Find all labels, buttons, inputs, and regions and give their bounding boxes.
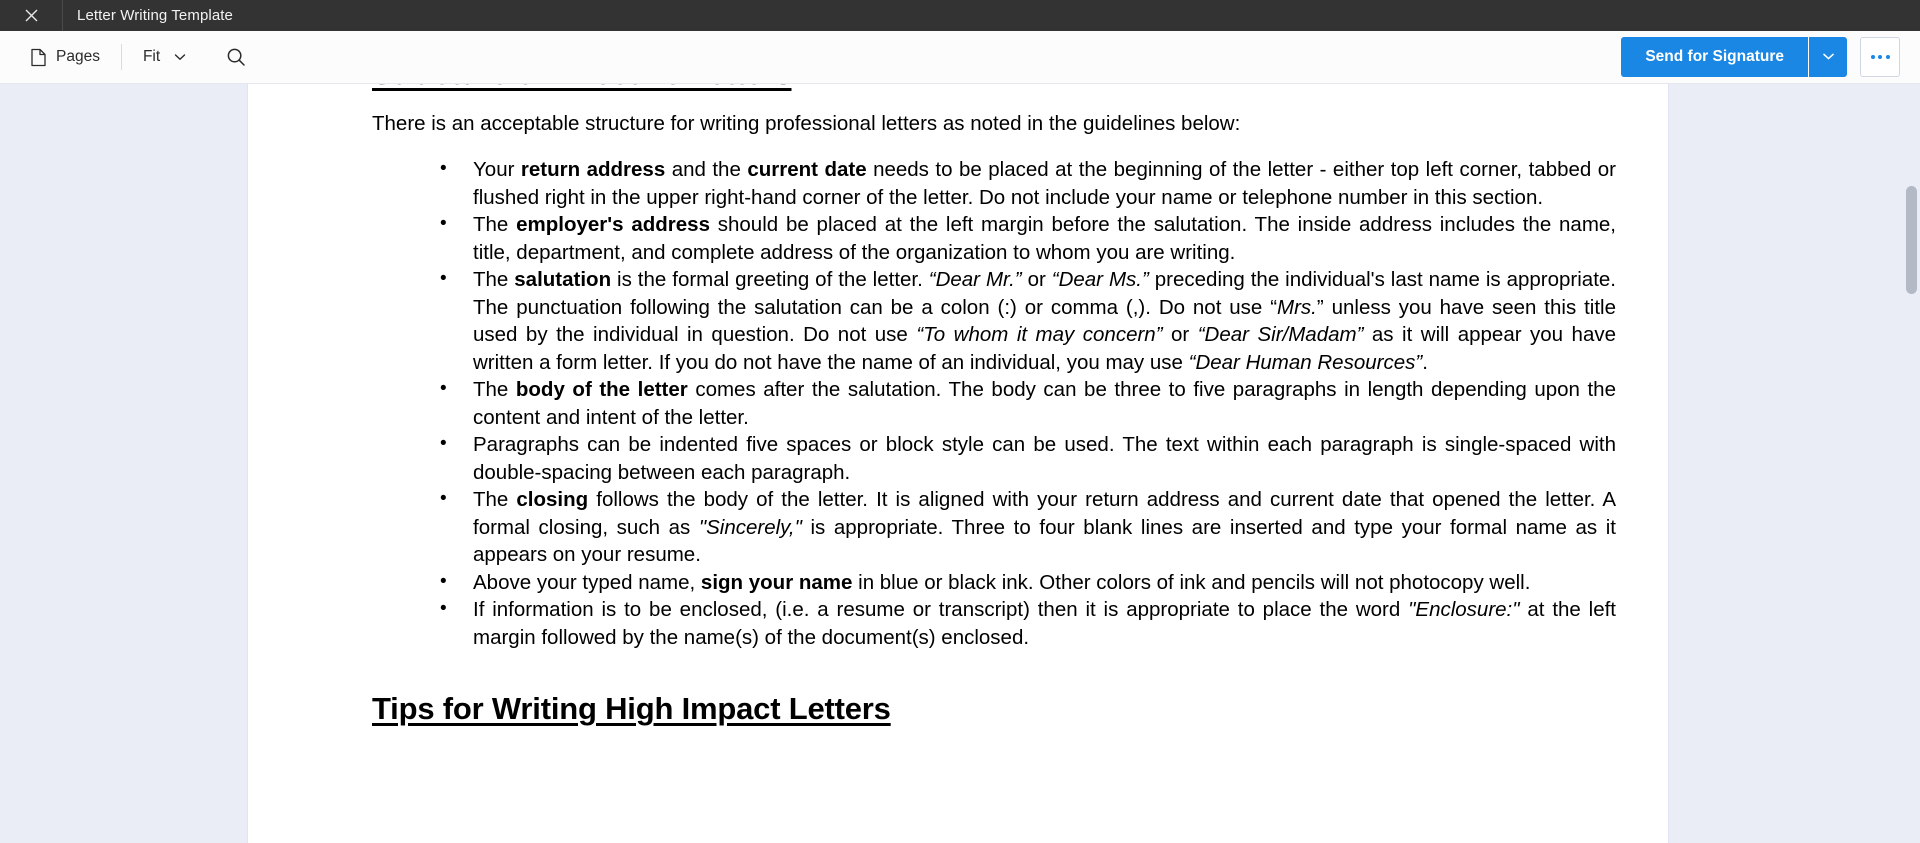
send-options-dropdown-button[interactable] [1809,37,1847,77]
pages-button[interactable]: Pages [22,40,108,74]
window-title: Letter Writing Template [77,7,233,24]
guideline-item-paragraph-style: Paragraphs can be indented five spaces o… [372,430,1616,486]
search-icon [226,47,246,67]
guideline-item-enclosure: If information is to be enclosed, (i.e. … [372,595,1616,651]
window-titlebar: Letter Writing Template [0,0,1920,31]
guideline-item-body-of-letter: The body of the letter comes after the s… [372,375,1616,431]
guideline-item-employers-address: The employer's address should be placed … [372,210,1616,266]
search-button[interactable] [218,40,254,74]
ellipsis-icon [1870,55,1890,59]
page-icon [30,48,47,67]
close-button[interactable] [0,0,63,31]
pages-label: Pages [56,48,100,65]
document-viewer[interactable]: Structure of Effective Letters There is … [0,84,1920,843]
close-icon [24,8,39,23]
toolbar-right-group: Send for Signature [1621,37,1920,77]
guideline-item-return-address: Your return address and the current date… [372,155,1616,211]
vertical-scrollbar[interactable] [1903,168,1920,843]
intro-paragraph: There is an acceptable structure for wri… [372,111,1241,135]
guideline-item-sign-your-name: Above your typed name, sign your name in… [372,568,1616,597]
zoom-level-label: Fit [142,48,161,65]
viewer-toolbar: Pages Fit Send for Signature [0,31,1920,84]
more-options-button[interactable] [1860,37,1900,77]
guideline-item-closing: The closing follows the body of the lett… [372,485,1616,569]
toolbar-divider [120,44,122,70]
section-heading-tips: Tips for Writing High Impact Letters [372,691,891,727]
chevron-down-icon [1822,48,1835,66]
chevron-down-icon [174,53,186,61]
send-for-signature-group: Send for Signature [1621,37,1847,77]
toolbar-left-group: Pages Fit [0,40,254,74]
guideline-item-salutation: The salutation is the formal greeting of… [372,265,1616,376]
zoom-level-dropdown[interactable]: Fit [135,40,194,74]
scrollbar-thumb[interactable] [1906,186,1917,294]
section-heading-structure: Structure of Effective Letters [372,84,792,93]
document-content: Structure of Effective Letters There is … [248,84,1668,728]
document-page: Structure of Effective Letters There is … [248,84,1668,843]
send-for-signature-button[interactable]: Send for Signature [1621,37,1808,77]
guidelines-list: Your return address and the current date… [372,155,1616,651]
